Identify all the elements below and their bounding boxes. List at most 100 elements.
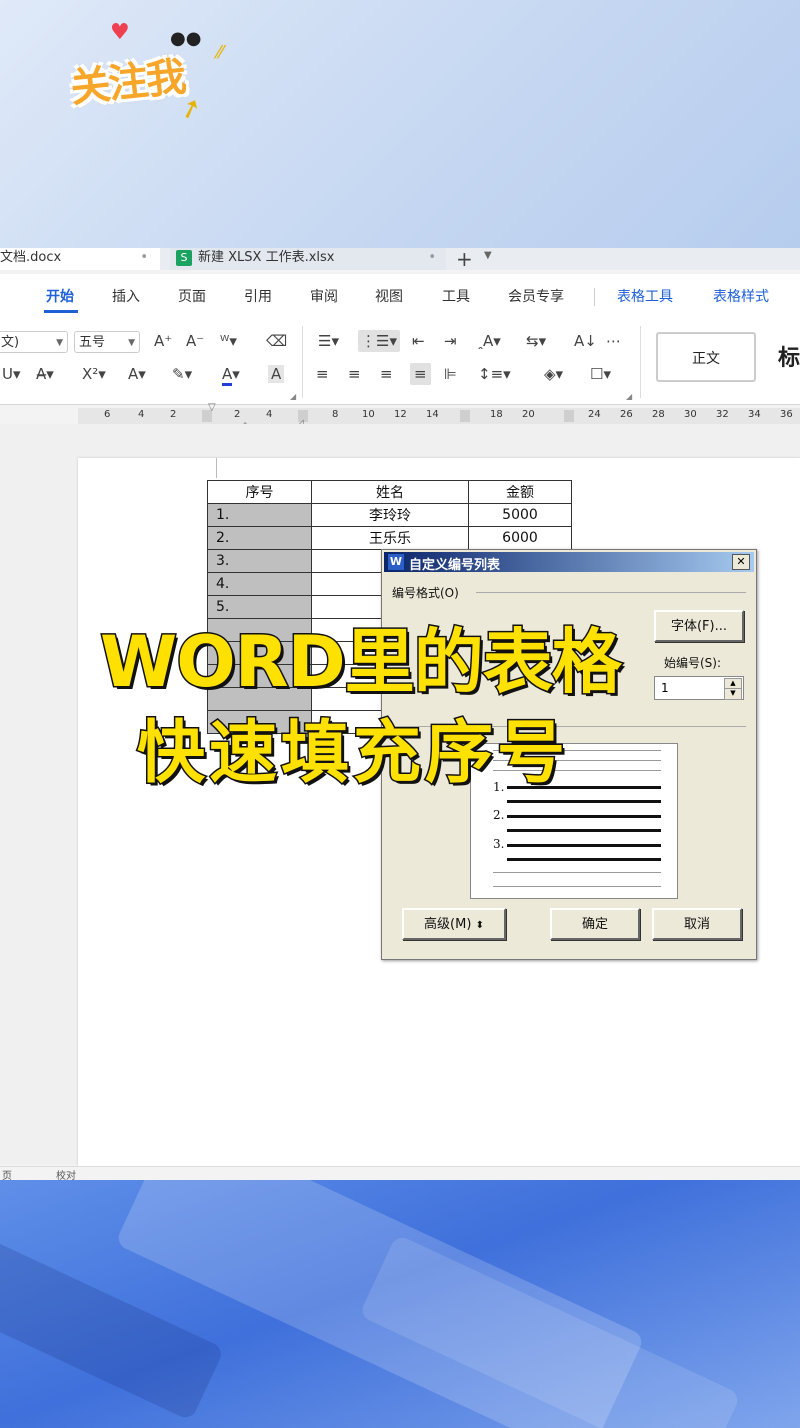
overlay-title-line1: WORD里的表格 [99, 620, 624, 705]
cancel-button[interactable]: 取消 [652, 908, 742, 940]
menu-insert[interactable]: 插入 [112, 286, 140, 306]
sort-icon[interactable]: A↓ [574, 332, 597, 350]
header-cell[interactable]: 金额 [468, 480, 572, 504]
align-center-icon[interactable]: ≡ [348, 365, 361, 383]
new-tab-plus-icon[interactable]: + [456, 248, 473, 271]
menu-table-styles[interactable]: 表格样式 [713, 286, 769, 306]
char-shading-icon[interactable]: A [268, 365, 285, 383]
overlay-title-line2: 快速填充序号 [135, 713, 570, 795]
shading-icon[interactable]: ◈▾ [544, 365, 563, 383]
menu-references[interactable]: 引用 [244, 286, 272, 306]
preview-line [507, 815, 661, 818]
serial-cell[interactable]: 3. [207, 549, 312, 573]
heart-icon: ♥ [110, 20, 130, 45]
chinese-layout-icon[interactable]: ꞈA▾ [478, 332, 501, 350]
header-cell[interactable]: 姓名 [311, 480, 469, 504]
first-line-indent-marker[interactable]: ▽ [208, 402, 216, 413]
margin-corner-mark [216, 458, 217, 478]
start-number-label: 始编号(S): [664, 656, 722, 670]
ruler-number: 20 [522, 409, 535, 420]
ruler-number: 8 [332, 409, 339, 420]
superscript-icon[interactable]: X²▾ [82, 365, 106, 383]
ruler-number: 14 [426, 409, 439, 420]
header-cell[interactable]: 序号 [207, 480, 312, 504]
ruler-column-marker[interactable] [460, 410, 470, 422]
phonetic-guide-icon[interactable]: ᵂ▾ [220, 332, 237, 350]
underline-icon[interactable]: U▾ [2, 365, 21, 383]
text-direction-icon[interactable]: ⇆▾ [526, 332, 546, 350]
menu-member[interactable]: 会员专享 [508, 286, 564, 306]
menu-table-tools[interactable]: 表格工具 [617, 286, 673, 306]
table-row: 1. 李玲玲 5000 [207, 503, 572, 527]
ruler-number: 24 [588, 409, 601, 420]
name-cell[interactable]: 王乐乐 [311, 526, 469, 550]
tab-xlsx[interactable]: S 新建 XLSX 工作表.xlsx • [170, 248, 446, 270]
strikethrough-icon[interactable]: A̶▾ [36, 365, 54, 383]
amount-cell[interactable]: 5000 [468, 503, 572, 527]
table-header-row: 序号 姓名 金额 [207, 480, 572, 504]
style-normal[interactable]: 正文 [656, 332, 756, 382]
line-spacing-icon[interactable]: ↕≡▾ [478, 365, 511, 383]
advanced-button[interactable]: 高级(M) ⬍ [402, 908, 506, 940]
font-button[interactable]: 字体(F)... [654, 610, 744, 642]
decrease-indent-icon[interactable]: ⇤ [412, 332, 425, 350]
font-color-icon[interactable]: A▾ [222, 365, 240, 386]
document-tabs: 文档.docx • S 新建 XLSX 工作表.xlsx • + ▼ [0, 248, 800, 271]
preview-line [507, 858, 661, 861]
close-icon[interactable]: ✕ [732, 554, 750, 570]
font-size-select[interactable]: 五号 ▼ [74, 331, 140, 353]
justify-icon[interactable]: ≡ [410, 363, 431, 385]
ruler-number: 10 [362, 409, 375, 420]
preview-line [507, 829, 661, 832]
menu-view[interactable]: 视图 [375, 286, 403, 306]
align-left-icon[interactable]: ≡ [316, 365, 329, 383]
grow-font-icon[interactable]: A⁺ [154, 332, 172, 350]
tab-close-dot-icon[interactable]: • [140, 248, 148, 268]
align-right-icon[interactable]: ≡ [380, 365, 393, 383]
serial-cell[interactable]: 4. [207, 572, 312, 596]
menu-review[interactable]: 审阅 [310, 286, 338, 306]
chevron-down-icon[interactable]: ▼ [484, 250, 492, 261]
bullet-list-icon[interactable]: ☰▾ [318, 332, 339, 350]
amount-cell[interactable]: 6000 [468, 526, 572, 550]
preview-number: 3. [493, 837, 505, 851]
clear-format-icon[interactable]: ⌫ [266, 332, 287, 350]
serial-cell[interactable]: 1. [207, 503, 312, 527]
style-heading[interactable]: 标 [778, 340, 800, 372]
ruler-number: 36 [780, 409, 793, 420]
menu-home[interactable]: 开始 [46, 286, 74, 306]
ribbon-separator [302, 326, 303, 398]
ruler-number: 18 [490, 409, 503, 420]
horizontal-ruler[interactable]: 6 4 2 2 4 8 10 12 14 18 20 24 26 28 30 3… [78, 402, 800, 431]
text-effect-icon[interactable]: A▾ [128, 365, 146, 383]
ruler-number: 6 [104, 409, 111, 420]
increase-indent-icon[interactable]: ⇥ [444, 332, 457, 350]
ruler-column-marker[interactable] [564, 410, 574, 422]
highlight-icon[interactable]: ✎▾ [172, 365, 192, 383]
tab-close-dot-icon[interactable]: • [428, 248, 436, 268]
menu-page[interactable]: 页面 [178, 286, 206, 306]
advanced-button-label: 高级(M) [424, 917, 472, 932]
dialog-title-bar[interactable]: W 自定义编号列表 ✕ [384, 552, 754, 573]
font-dialog-launcher-icon[interactable]: ◢ [290, 392, 296, 401]
ruler-number: 12 [394, 409, 407, 420]
ok-button[interactable]: 确定 [550, 908, 640, 940]
name-cell[interactable]: 李玲玲 [311, 503, 469, 527]
borders-icon[interactable]: ☐▾ [590, 365, 611, 383]
shrink-font-icon[interactable]: A⁻ [186, 332, 204, 350]
paragraph-dialog-launcher-icon[interactable]: ◢ [626, 392, 632, 401]
font-name-select[interactable]: 文) ▼ [0, 331, 68, 353]
ribbon-separator [640, 326, 641, 398]
serial-cell[interactable]: 2. [207, 526, 312, 550]
tab-docx[interactable]: 文档.docx • [0, 248, 160, 270]
numbered-list-icon[interactable]: ⋮☰▾ [358, 330, 400, 352]
stepper-down-icon[interactable]: ▼ [724, 688, 742, 700]
distributed-icon[interactable]: ⊫ [444, 365, 457, 383]
ruler-number: 28 [652, 409, 665, 420]
ruler-number: 26 [620, 409, 633, 420]
show-marks-icon[interactable]: ⋯ [606, 332, 621, 350]
start-number-stepper[interactable]: 1 ▲ ▼ [654, 676, 744, 700]
menu-tools[interactable]: 工具 [442, 286, 470, 306]
ribbon-toolbar: 文) ▼ 五号 ▼ A⁺ A⁻ ᵂ▾ ⌫ U▾ A̶▾ X²▾ A▾ ✎▾ A▾ A… [0, 318, 800, 405]
dialog-title: 自定义编号列表 [409, 558, 501, 573]
